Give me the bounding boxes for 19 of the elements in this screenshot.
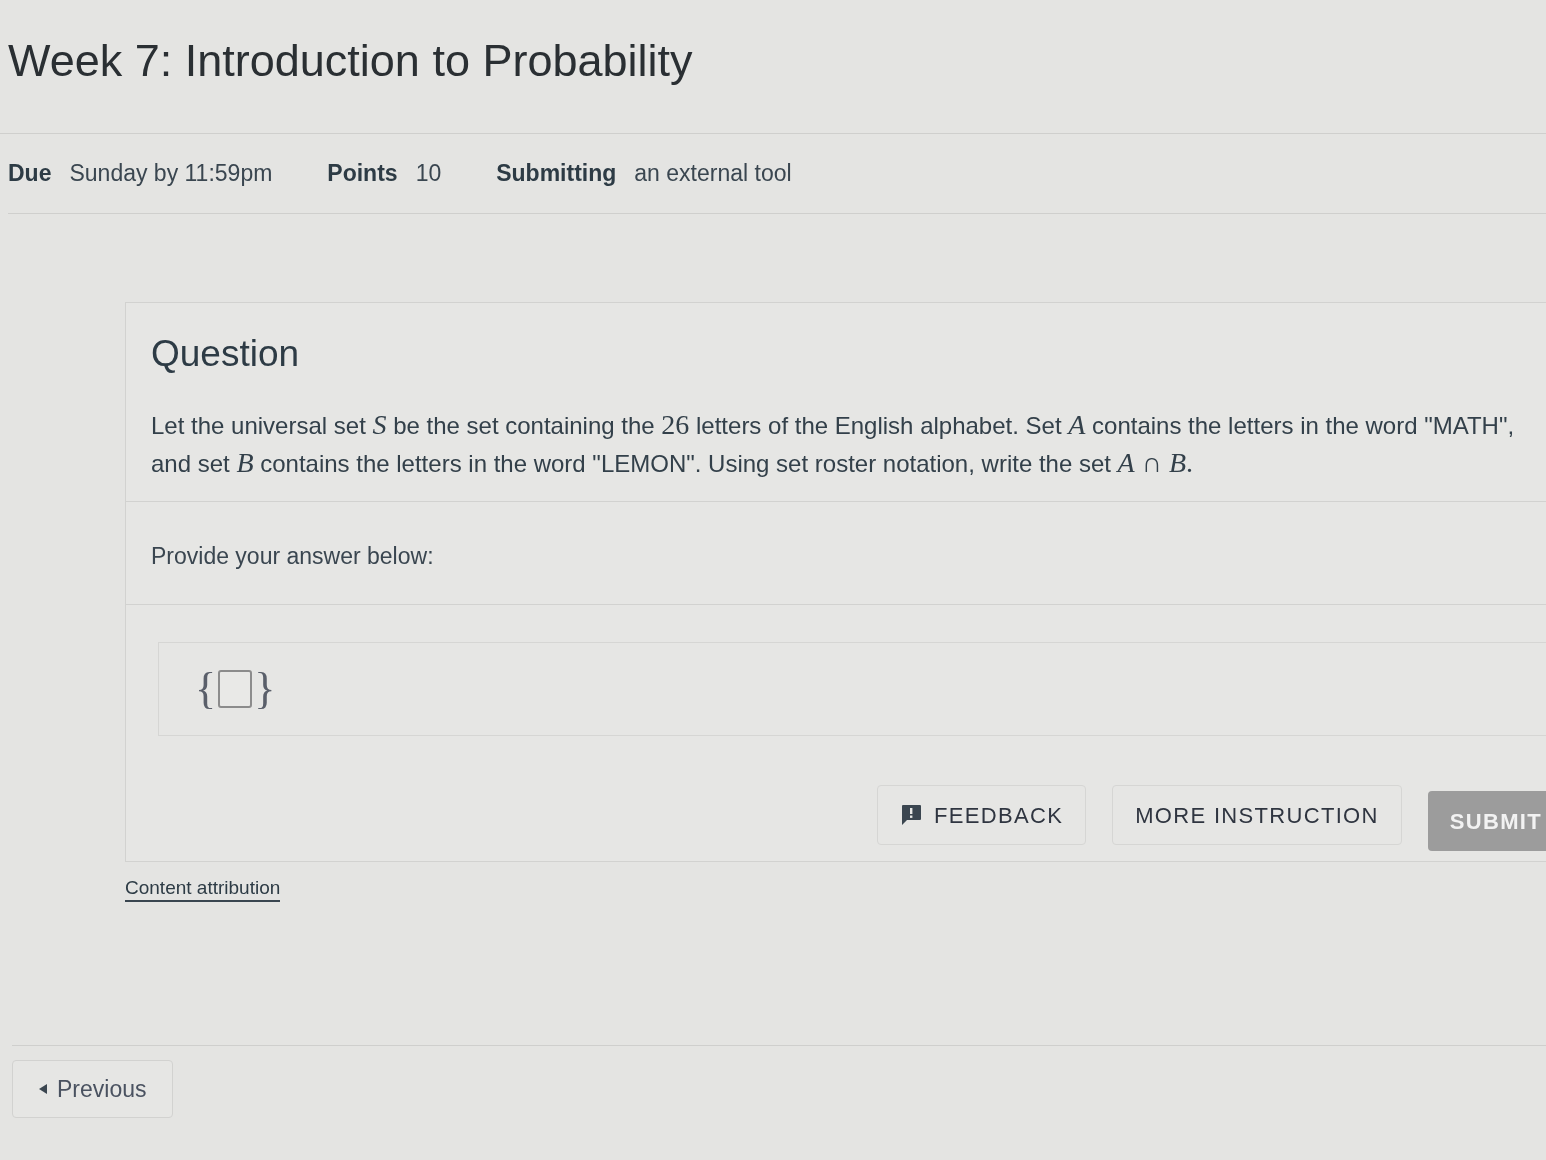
detail-label: Due [8,159,52,188]
question-heading: Question [151,331,300,376]
answer-box[interactable] [218,670,253,709]
close-brace: } [254,667,276,712]
question-text: Let the universal set S be the set containing the 26 letters of the English alphabet. Set A contains the letters in the word "MATH", and set B contains the letters in the word "LEMON". Using set roster notation, write the set A ∩ B. [151,407,1516,480]
answer-prompt: Provide your answer below: [151,541,434,571]
page-title: Week 7: Introduction to Probability [8,38,693,83]
detail-value: 10 [415,159,442,188]
content-attribution-link[interactable]: Content attribution [125,876,281,902]
feedback-button[interactable]: FEEDBACK [877,785,1087,846]
alert-bubble-icon [900,804,923,827]
caret-left-icon [39,1084,47,1094]
detail-label: Submitting [496,159,617,188]
instruction-button[interactable]: MORE INSTRUCTION [1112,785,1402,846]
detail-value: Sunday by 11:59pm [69,159,273,188]
detail-label: Points [327,159,398,188]
open-brace: { [195,667,217,712]
previous-button[interactable]: Previous [12,1060,174,1118]
detail-value: an external tool [634,159,792,188]
